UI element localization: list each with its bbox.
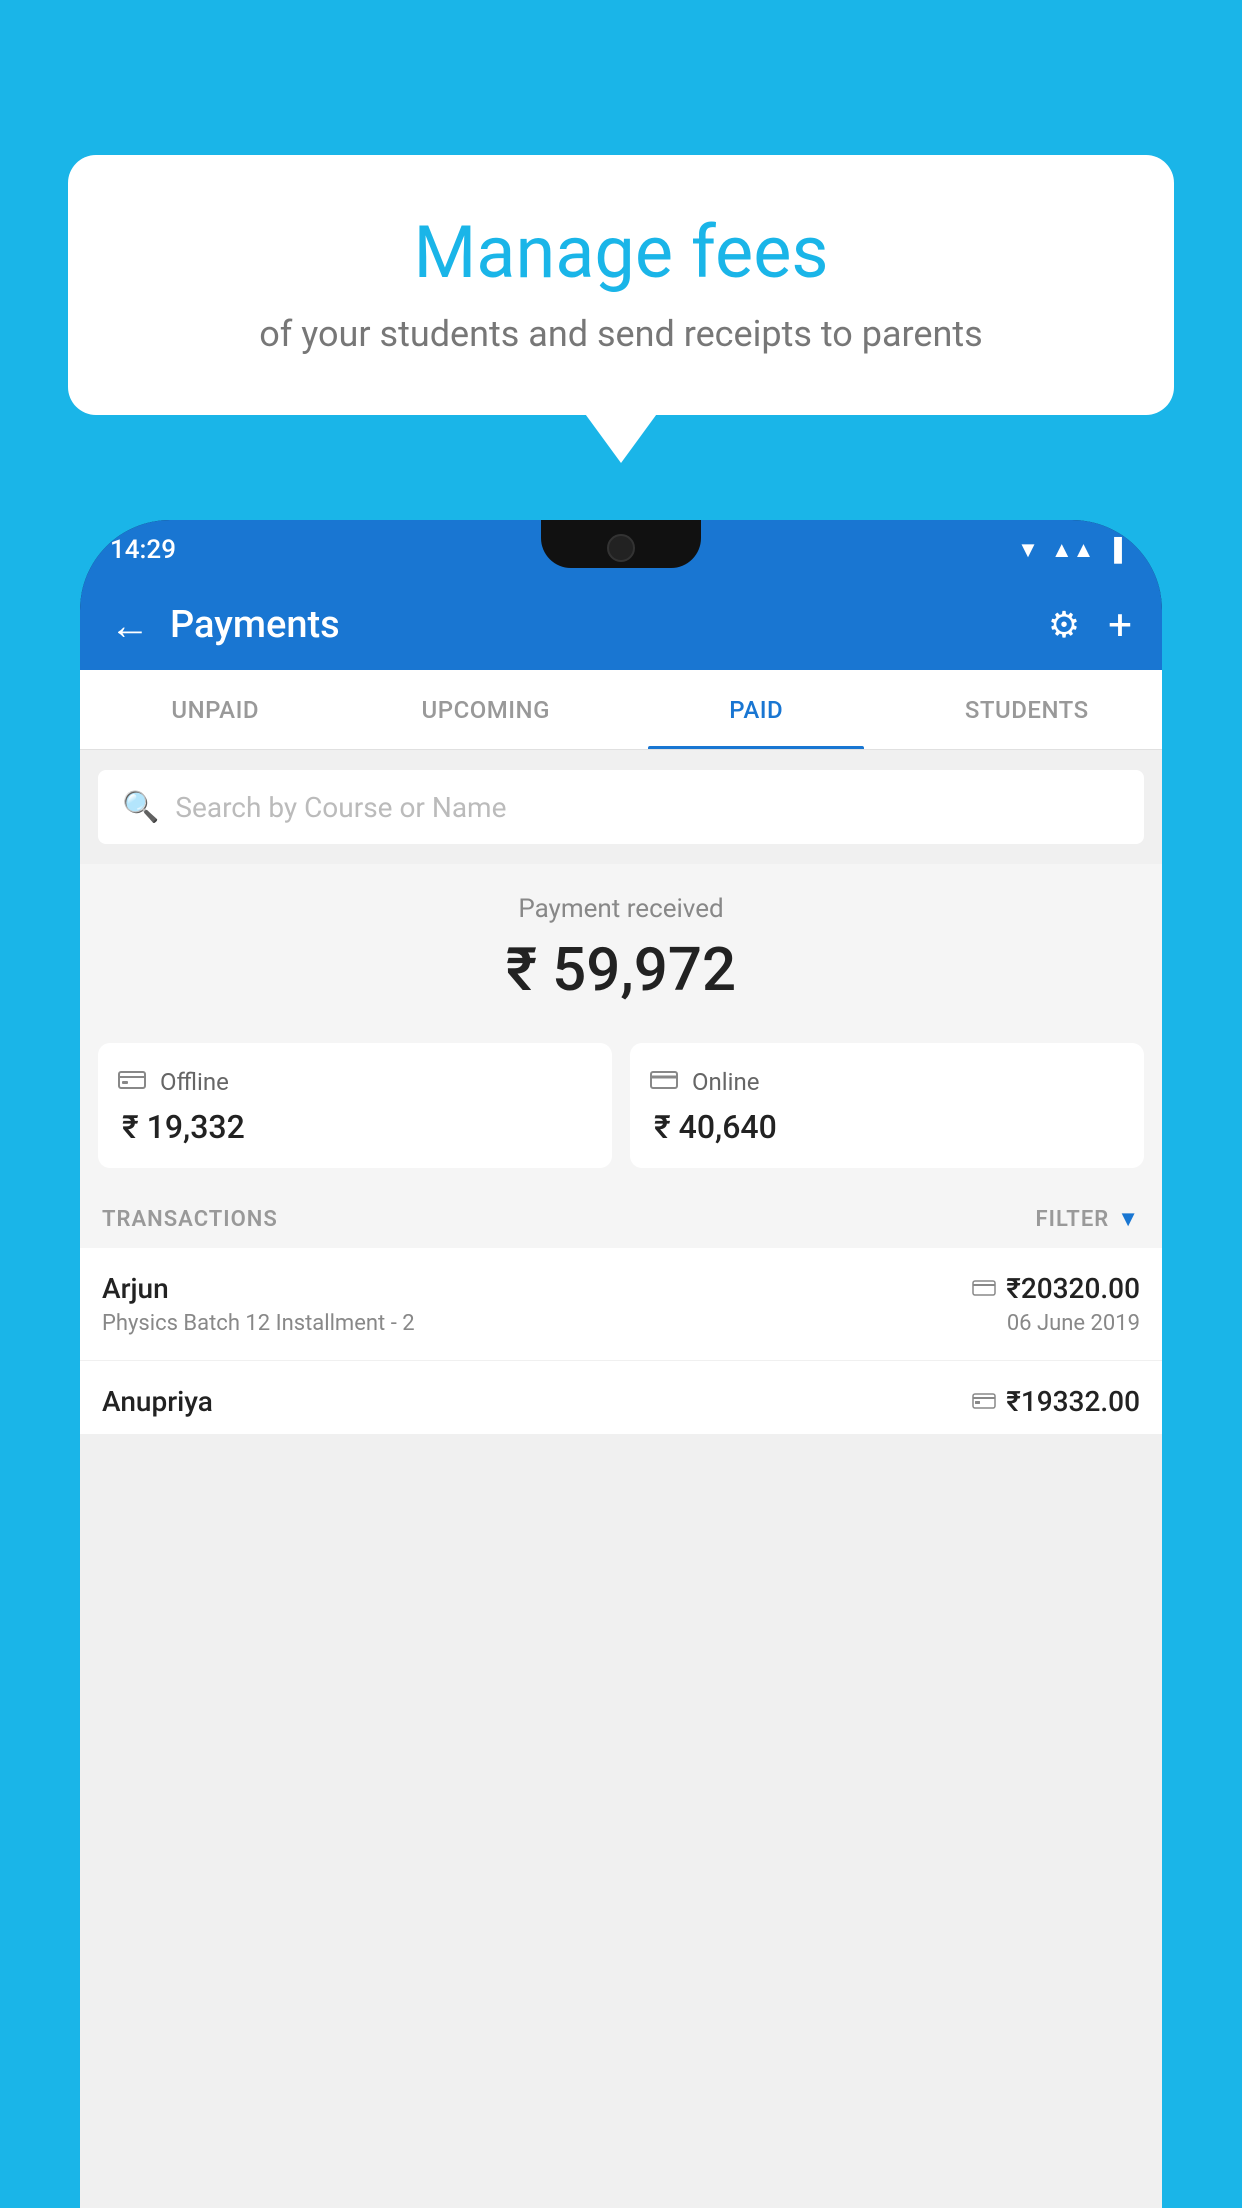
transaction-bottom-arjun: Physics Batch 12 Installment - 2 06 June… [102,1311,1140,1336]
online-amount: ₹ 40,640 [650,1108,1124,1146]
bubble-subtitle: of your students and send receipts to pa… [128,313,1114,355]
status-time: 14:29 [110,535,176,565]
transaction-amount-anupriya: ₹19332.00 [1006,1385,1140,1418]
student-name-anupriya: Anupriya [102,1385,213,1418]
transactions-header: TRANSACTIONS FILTER ▼ [80,1186,1162,1248]
speech-bubble: Manage fees of your students and send re… [68,155,1174,415]
transactions-label: TRANSACTIONS [102,1207,278,1232]
gear-button[interactable]: ⚙ [1048,604,1080,646]
back-button[interactable]: ← [110,602,150,649]
table-row: Arjun ₹20320.00 Physics [80,1248,1162,1361]
phone-frame: 14:29 ▼ ▲▲ ▐ ← Payments ⚙ + UNPAID UPCOM… [80,520,1162,2208]
status-icons: ▼ ▲▲ ▐ [1017,537,1122,563]
offline-card-header: Offline [118,1065,592,1098]
wifi-icon: ▼ [1017,537,1039,563]
filter-button[interactable]: FILTER ▼ [1036,1206,1140,1232]
online-label: Online [692,1068,759,1096]
course-info-arjun: Physics Batch 12 Installment - 2 [102,1311,415,1336]
search-bar[interactable]: 🔍 Search by Course or Name [98,770,1144,844]
offline-amount: ₹ 19,332 [118,1108,592,1146]
student-name-arjun: Arjun [102,1272,169,1305]
background: Manage fees of your students and send re… [0,0,1242,2208]
online-card: Online ₹ 40,640 [630,1043,1144,1168]
offline-card: Offline ₹ 19,332 [98,1043,612,1168]
filter-text: FILTER [1036,1207,1110,1232]
transaction-date-arjun: 06 June 2019 [1007,1311,1140,1336]
speech-bubble-container: Manage fees of your students and send re… [68,155,1174,415]
app-bar: ← Payments ⚙ + [80,580,1162,670]
online-icon [650,1065,678,1098]
search-icon: 🔍 [122,790,159,825]
transaction-list: Arjun ₹20320.00 Physics [80,1248,1162,1435]
filter-icon: ▼ [1117,1206,1140,1232]
offline-icon [118,1065,146,1098]
tabs-bar: UNPAID UPCOMING PAID STUDENTS [80,670,1162,750]
search-placeholder-text: Search by Course or Name [175,791,506,824]
amount-wrap-anupriya: ₹19332.00 [972,1385,1140,1418]
payment-received-label: Payment received [80,894,1162,924]
notch [541,520,701,568]
online-card-header: Online [650,1065,1124,1098]
add-button[interactable]: + [1108,601,1132,650]
payment-received-amount: ₹ 59,972 [80,934,1162,1005]
screen-content: UNPAID UPCOMING PAID STUDENTS 🔍 Search b… [80,670,1162,2208]
tab-paid[interactable]: PAID [621,670,892,749]
tab-upcoming[interactable]: UPCOMING [351,670,622,749]
bubble-title: Manage fees [128,210,1114,295]
payment-type-icon-arjun [972,1275,996,1303]
tab-unpaid[interactable]: UNPAID [80,670,351,749]
payment-received-section: Payment received ₹ 59,972 [80,864,1162,1025]
table-row: Anupriya ₹19332.00 [80,1361,1162,1435]
amount-wrap-arjun: ₹20320.00 [972,1272,1140,1305]
transaction-amount-arjun: ₹20320.00 [1006,1272,1140,1305]
page-title: Payments [170,603,1048,647]
tab-students[interactable]: STUDENTS [892,670,1163,749]
offline-label: Offline [160,1068,229,1096]
payment-type-icon-anupriya [972,1388,996,1416]
battery-icon: ▐ [1106,537,1122,563]
camera [607,534,635,562]
signal-icon: ▲▲ [1051,537,1095,563]
transaction-top-anupriya: Anupriya ₹19332.00 [102,1385,1140,1418]
transaction-top-arjun: Arjun ₹20320.00 [102,1272,1140,1305]
payment-cards-row: Offline ₹ 19,332 Online ₹ [80,1025,1162,1186]
